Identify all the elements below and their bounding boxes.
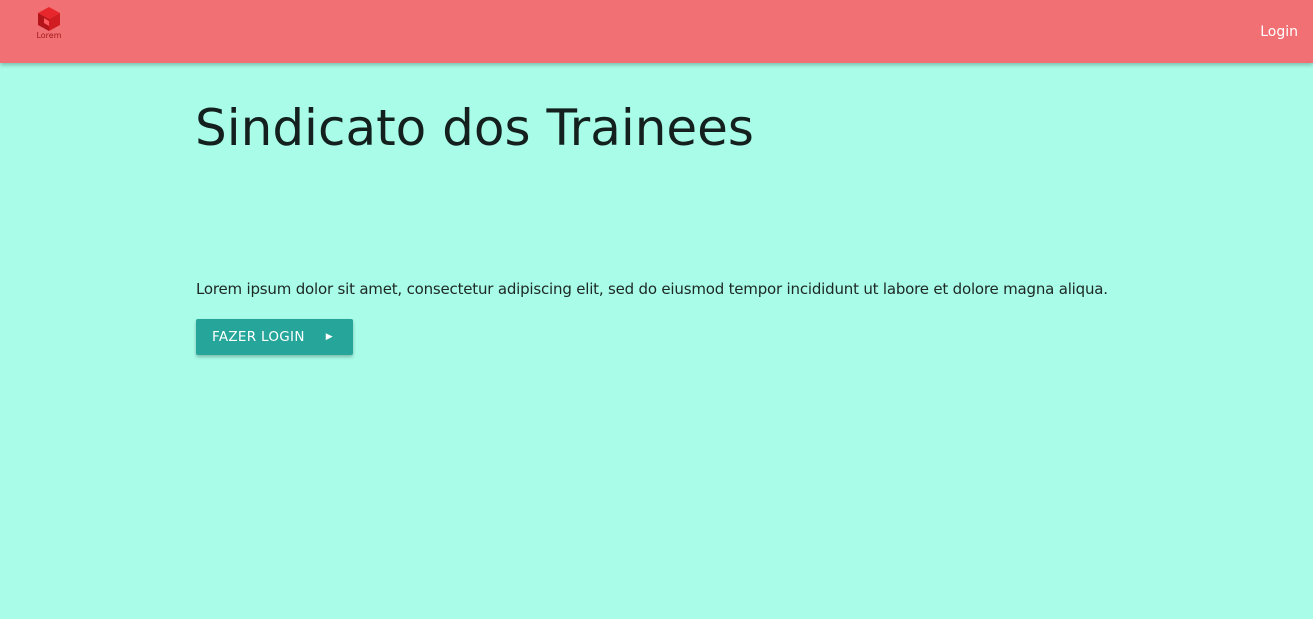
top-navbar: Lorem Login — [0, 0, 1313, 63]
page-title: Sindicato dos Trainees — [195, 99, 754, 157]
logo-cube-icon — [38, 7, 60, 31]
login-button-label: FAZER LOGIN — [212, 329, 305, 345]
nav-login-link[interactable]: Login — [1260, 22, 1298, 42]
arrow-right-icon: ▶ — [325, 331, 333, 342]
brand-logo[interactable]: Lorem — [33, 6, 65, 46]
intro-text: Lorem ipsum dolor sit amet, consectetur … — [196, 280, 1108, 298]
logo-text: Lorem — [36, 31, 62, 40]
login-button[interactable]: FAZER LOGIN ▶ — [196, 319, 353, 355]
